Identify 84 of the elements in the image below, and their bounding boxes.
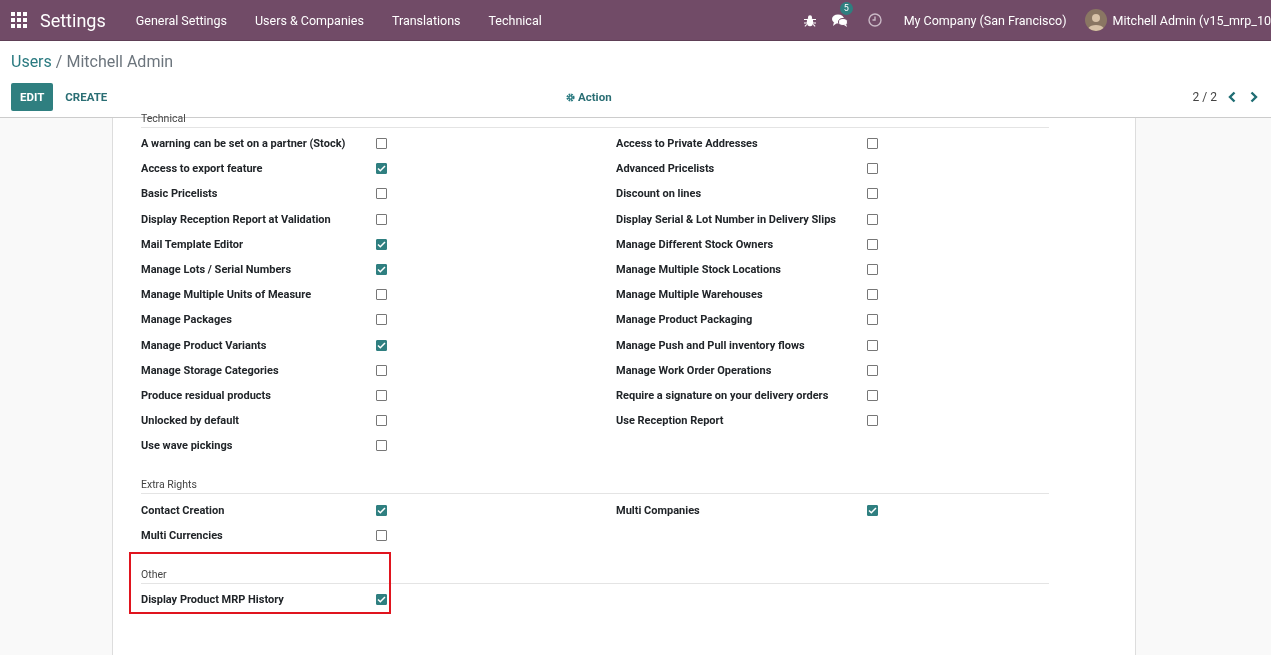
checkbox[interactable] <box>867 389 878 401</box>
chat-bubbles-icon[interactable] <box>831 13 848 27</box>
company-switcher[interactable]: My Company (San Francisco) <box>889 12 1085 28</box>
field-label: Basic Pricelists <box>141 187 219 201</box>
menu-item[interactable]: Translations <box>377 12 475 28</box>
checkbox[interactable] <box>376 529 387 541</box>
field-label: Manage Different Stock Owners <box>616 237 775 251</box>
checkbox[interactable] <box>867 264 878 276</box>
field-label: Multi Currencies <box>141 528 224 542</box>
checkbox[interactable] <box>867 504 878 516</box>
field-label: Use wave pickings <box>141 439 234 453</box>
breadcrumb-current: Mitchell Admin <box>66 52 174 73</box>
menu-item[interactable]: Users & Companies <box>241 12 378 28</box>
action-menu[interactable]: Action <box>578 90 612 104</box>
avatar-icon[interactable] <box>1084 9 1107 31</box>
user-menu[interactable]: Mitchell Admin (v15_mrp_10 <box>1106 12 1271 28</box>
create-button[interactable]: CREATE <box>53 83 120 111</box>
field-label: Manage Product Packaging <box>616 313 754 327</box>
checkbox[interactable] <box>376 289 387 301</box>
checkbox[interactable] <box>376 314 387 326</box>
field-label: Display Product MRP History <box>141 592 285 606</box>
checkbox[interactable] <box>867 314 878 326</box>
clock-icon[interactable] <box>867 13 882 27</box>
checkbox[interactable] <box>867 238 878 250</box>
section-title: Other <box>141 567 1049 584</box>
apps-menu-icon[interactable] <box>11 12 27 28</box>
checkbox[interactable] <box>867 364 878 376</box>
field-label: Access to Private Addresses <box>616 137 759 151</box>
checkbox[interactable] <box>376 238 387 250</box>
field-label: Manage Lots / Serial Numbers <box>141 263 293 277</box>
checkbox[interactable] <box>376 339 387 351</box>
app-title: Settings <box>40 9 106 31</box>
edit-button[interactable]: EDIT <box>11 83 54 111</box>
checkbox[interactable] <box>867 289 878 301</box>
breadcrumb-link[interactable]: Users <box>11 52 52 74</box>
field-label: Display Serial & Lot Number in Delivery Slips <box>616 212 837 226</box>
checkbox[interactable] <box>376 264 387 276</box>
field-label: Manage Push and Pull inventory flows <box>616 338 806 352</box>
checkbox[interactable] <box>376 163 387 175</box>
checkbox[interactable] <box>867 163 878 175</box>
checkbox[interactable] <box>376 138 387 150</box>
section-title: Extra Rights <box>141 478 1049 495</box>
checkbox[interactable] <box>376 188 387 200</box>
menu-item[interactable]: General Settings <box>121 12 241 28</box>
checkbox[interactable] <box>376 213 387 225</box>
checkbox[interactable] <box>376 389 387 401</box>
field-label: Use Reception Report <box>616 414 725 428</box>
field-label: Manage Product Variants <box>141 338 268 352</box>
breadcrumb-separator: / <box>55 52 63 73</box>
field-label: Manage Work Order Operations <box>616 363 773 377</box>
checkbox[interactable] <box>376 593 387 605</box>
checkbox[interactable] <box>867 188 878 200</box>
unread-count-badge: 5 <box>839 2 853 15</box>
chevron-right-icon[interactable] <box>1250 91 1258 103</box>
field-label: Manage Multiple Warehouses <box>616 288 764 302</box>
field-label: Discount on lines <box>616 187 703 201</box>
field-label: Advanced Pricelists <box>616 162 716 176</box>
field-label: Manage Multiple Units of Measure <box>141 288 313 302</box>
checkbox[interactable] <box>376 415 387 427</box>
field-label: Multi Companies <box>616 503 701 517</box>
gear-icon[interactable] <box>566 92 575 102</box>
field-label: Require a signature on your delivery orders <box>616 388 830 402</box>
checkbox[interactable] <box>376 364 387 376</box>
field-label: Manage Packages <box>141 313 233 327</box>
section-title: Technical <box>141 114 1049 128</box>
checkbox[interactable] <box>867 138 878 150</box>
bug-icon[interactable] <box>803 13 816 27</box>
checkbox[interactable] <box>867 415 878 427</box>
checkbox[interactable] <box>867 339 878 351</box>
field-label: Mail Template Editor <box>141 237 244 251</box>
chevron-left-icon[interactable] <box>1228 91 1236 103</box>
field-label: Unlocked by default <box>141 414 241 428</box>
pager-value: 2 / 2 <box>1192 90 1217 104</box>
checkbox[interactable] <box>867 213 878 225</box>
checkbox[interactable] <box>376 504 387 516</box>
field-label: Contact Creation <box>141 503 226 517</box>
field-label: A warning can be set on a partner (Stock) <box>141 137 347 151</box>
checkbox[interactable] <box>376 440 387 452</box>
field-label: Manage Multiple Stock Locations <box>616 263 782 277</box>
field-label: Access to export feature <box>141 162 264 176</box>
field-label: Manage Storage Categories <box>141 363 280 377</box>
field-label: Produce residual products <box>141 388 272 402</box>
field-label: Display Reception Report at Validation <box>141 212 332 226</box>
menu-item[interactable]: Technical <box>474 12 556 28</box>
